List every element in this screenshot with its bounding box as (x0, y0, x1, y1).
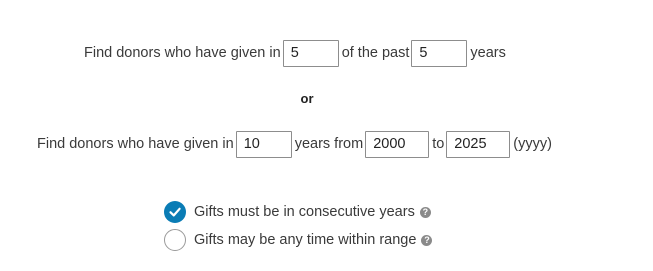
consecutive-years-option[interactable]: Gifts must be in consecutive years ? (164, 201, 431, 223)
any-time-radio[interactable] (164, 229, 186, 251)
or-separator: or (300, 91, 314, 106)
any-time-option[interactable]: Gifts may be any time within range ? (164, 229, 433, 251)
consecutive-years-radio[interactable] (164, 201, 186, 223)
recent-years-suffix-label: years (470, 45, 506, 61)
range-gift-count-input[interactable] (235, 130, 292, 158)
to-label: to (432, 136, 445, 152)
recent-gift-count-input[interactable] (282, 39, 339, 67)
any-time-label: Gifts may be any time within range (194, 232, 417, 248)
recent-years-middle-label: of the past (341, 45, 410, 61)
years-from-label: years from (294, 136, 364, 152)
recent-years-prefix-label: Find donors who have given in (84, 45, 281, 61)
from-year-input[interactable] (365, 130, 430, 158)
check-icon (169, 207, 181, 217)
recent-years-criteria-row: Find donors who have given in of the pas… (84, 39, 508, 67)
year-format-hint: (yyyy) (513, 136, 552, 152)
year-range-prefix-label: Find donors who have given in (37, 136, 234, 152)
year-range-criteria-row: Find donors who have given in years from… (37, 130, 554, 158)
consecutive-years-label: Gifts must be in consecutive years (194, 204, 415, 220)
past-years-input[interactable] (411, 39, 468, 67)
to-year-input[interactable] (446, 130, 511, 158)
help-circle-icon[interactable]: ? (421, 234, 433, 246)
help-circle-icon[interactable]: ? (419, 206, 431, 218)
